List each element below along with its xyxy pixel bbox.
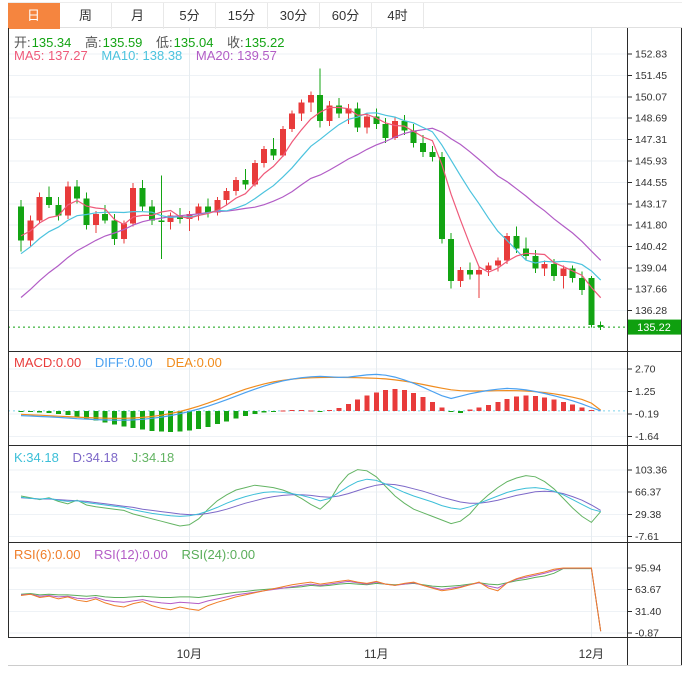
dea-value: DEA:0.00 — [166, 355, 222, 370]
macd-value: MACD:0.00 — [14, 355, 82, 370]
ma10-value: MA10: 138.38 — [101, 48, 183, 63]
j-value: J:34.18 — [131, 450, 175, 465]
rsi12-value: RSI(12):0.00 — [94, 547, 168, 562]
svg-text:135.22: 135.22 — [637, 322, 671, 334]
ma5-line — [20, 106, 602, 299]
tab-4hour[interactable]: 4时 — [372, 3, 424, 29]
k-value: K:34.18 — [14, 450, 59, 465]
price-ytick-label: 152.83 — [635, 49, 667, 61]
price-ytick-label: 151.45 — [635, 70, 667, 82]
timeframe-tabs: 日 周 月 5分 15分 30分 60分 4时 — [8, 2, 682, 29]
rsi-ytick-label: 31.40 — [635, 606, 661, 618]
kdj-ytick-label: 103.36 — [635, 465, 667, 477]
kdj-readout: K:34.18 D:34.18 J:34.18 — [14, 450, 184, 465]
ma10-line — [20, 112, 602, 281]
stock-chart-app: 日 周 月 5分 15分 30分 60分 4时 开:135.34 高:135.5… — [0, 0, 692, 676]
price-ytick-label: 136.28 — [635, 305, 667, 317]
kdj-ytick-label: -7.61 — [635, 531, 659, 543]
rsi-ytick-label: 95.94 — [635, 563, 661, 575]
price-candlestick-panel[interactable]: 152.83 151.45 150.07 148.69 147.31 145.93 144.… — [8, 28, 682, 352]
rsi6-value: RSI(6):0.00 — [14, 547, 81, 562]
tab-month[interactable]: 月 — [112, 3, 164, 29]
tab-5min[interactable]: 5分 — [164, 3, 216, 29]
rsi24-value: RSI(24):0.00 — [181, 547, 256, 562]
x-axis-month-label: 12月 — [578, 647, 605, 661]
tab-15min[interactable]: 15分 — [216, 3, 268, 29]
axis-corner-line-right — [681, 638, 682, 665]
rsi-readout: RSI(6):0.00 RSI(12):0.00 RSI(24):0.00 — [14, 547, 265, 562]
price-ytick-label: 139.04 — [635, 262, 667, 274]
d-value: D:34.18 — [72, 450, 118, 465]
current-price-tag: 135.22 — [628, 319, 681, 335]
ma20-value: MA20: 139.57 — [195, 48, 277, 63]
price-axis — [8, 28, 682, 352]
price-grid — [8, 28, 627, 352]
axis-corner-line-left — [627, 638, 628, 665]
price-ytick-label: 137.66 — [635, 284, 667, 296]
tab-day[interactable]: 日 — [8, 3, 60, 29]
macd-readout: MACD:0.00 DIFF:0.00 DEA:0.00 — [14, 355, 232, 370]
tab-60min[interactable]: 60分 — [320, 3, 372, 29]
price-ytick-label: 143.17 — [635, 198, 667, 210]
price-ytick-label: 141.80 — [635, 220, 667, 232]
rsi-ytick-label: -0.87 — [635, 628, 659, 638]
ma-readout: MA5: 137.27 MA10: 138.38 MA20: 139.57 — [14, 48, 287, 63]
price-ytick-label: 147.31 — [635, 134, 667, 146]
x-axis-month-label: 10月 — [176, 647, 202, 661]
x-axis: 10月 11月 12月 — [8, 638, 682, 666]
tab-week[interactable]: 周 — [60, 3, 112, 29]
kdj-ytick-label: 66.37 — [635, 487, 661, 499]
price-ytick-label: 145.93 — [635, 156, 667, 168]
price-ytick-label: 148.69 — [635, 113, 667, 125]
macd-ytick-label: -0.19 — [635, 408, 659, 420]
price-ytick-label: 140.42 — [635, 241, 667, 253]
macd-ytick-label: 2.70 — [635, 364, 656, 376]
price-ytick-label: 144.55 — [635, 177, 667, 189]
macd-ytick-label: -1.64 — [635, 431, 659, 443]
rsi-ytick-label: 63.67 — [635, 584, 661, 596]
kdj-ytick-label: 29.38 — [635, 509, 661, 521]
macd-ytick-label: 1.25 — [635, 386, 656, 398]
macd-histogram — [18, 388, 594, 432]
ma5-value: MA5: 137.27 — [14, 48, 88, 63]
price-ytick-label: 150.07 — [635, 91, 667, 103]
x-axis-month-label: 11月 — [364, 647, 389, 661]
diff-value: DIFF:0.00 — [94, 355, 153, 370]
tab-30min[interactable]: 30分 — [268, 3, 320, 29]
candles-layer — [18, 68, 604, 330]
